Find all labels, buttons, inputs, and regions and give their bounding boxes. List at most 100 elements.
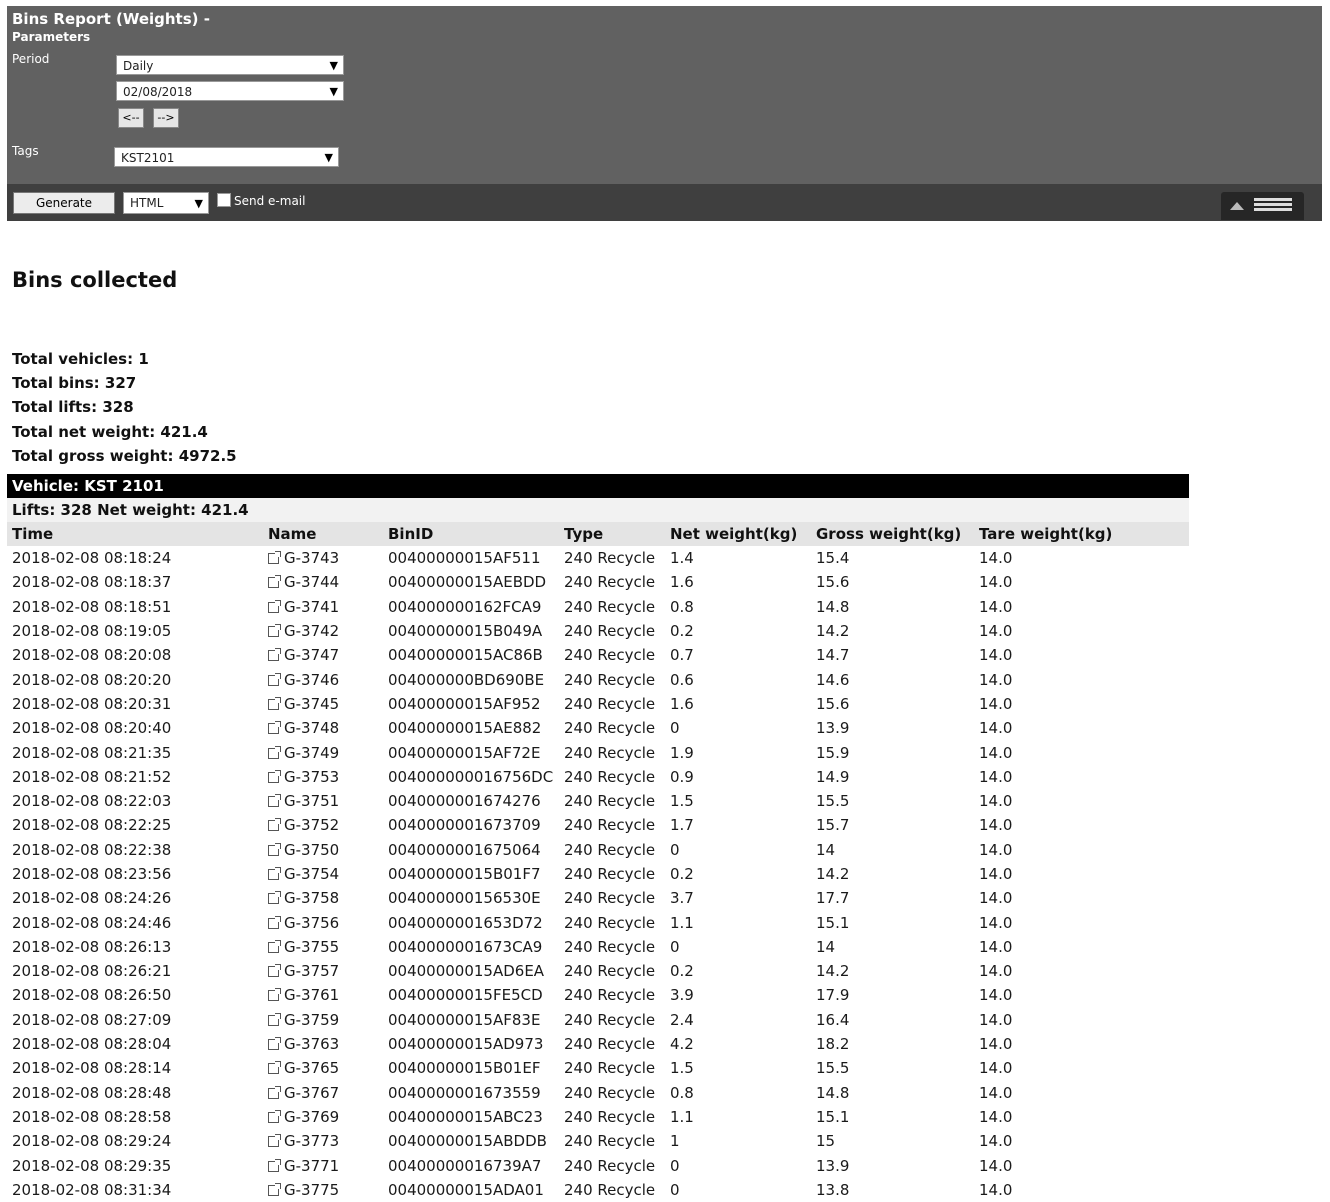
bin-name-link[interactable]: G-3744 xyxy=(284,573,339,591)
bin-name-link[interactable]: G-3759 xyxy=(284,1011,339,1029)
bin-name-link[interactable]: G-3756 xyxy=(284,914,339,932)
external-link-icon[interactable] xyxy=(268,745,281,759)
bin-name-link[interactable]: G-3758 xyxy=(284,889,339,907)
generate-button[interactable]: Generate xyxy=(13,192,115,214)
external-link-icon[interactable] xyxy=(268,1085,281,1099)
bin-name-link[interactable]: G-3751 xyxy=(284,792,339,810)
cell-name[interactable]: G-3747 xyxy=(263,643,383,667)
cell-name[interactable]: G-3753 xyxy=(263,765,383,789)
external-link-icon[interactable] xyxy=(268,1134,281,1148)
cell-tare-weight: 14.0 xyxy=(979,549,1013,568)
cell-name[interactable]: G-3750 xyxy=(263,838,383,862)
cell-time: 2018-02-08 08:26:50 xyxy=(12,986,172,1005)
cell-name[interactable]: G-3748 xyxy=(263,716,383,740)
external-link-icon[interactable] xyxy=(268,818,281,832)
external-link-icon[interactable] xyxy=(268,915,281,929)
bin-name-link[interactable]: G-3752 xyxy=(284,816,339,834)
external-link-icon[interactable] xyxy=(268,964,281,978)
bin-name-link[interactable]: G-3742 xyxy=(284,622,339,640)
cell-name[interactable]: G-3767 xyxy=(263,1081,383,1105)
external-link-icon[interactable] xyxy=(268,842,281,856)
cell-name[interactable]: G-3773 xyxy=(263,1129,383,1153)
cell-net-weight: 1.5 xyxy=(670,1059,694,1078)
external-link-icon[interactable] xyxy=(268,1037,281,1051)
external-link-icon[interactable] xyxy=(268,1109,281,1123)
cell-name[interactable]: G-3758 xyxy=(263,886,383,910)
cell-name[interactable]: G-3744 xyxy=(263,570,383,594)
external-link-icon[interactable] xyxy=(268,624,281,638)
cell-name[interactable]: G-3756 xyxy=(263,910,383,934)
bin-name-link[interactable]: G-3773 xyxy=(284,1132,339,1150)
date-select-value: 02/08/2018 xyxy=(123,85,193,99)
bin-name-link[interactable]: G-3750 xyxy=(284,841,339,859)
previous-period-button[interactable]: <-- xyxy=(118,108,144,128)
external-link-icon[interactable] xyxy=(268,551,281,565)
date-select[interactable]: 02/08/2018 ▼ xyxy=(116,81,344,101)
bin-name-link[interactable]: G-3765 xyxy=(284,1059,339,1077)
external-link-icon[interactable] xyxy=(268,1158,281,1172)
bin-name-link[interactable]: G-3757 xyxy=(284,962,339,980)
cell-name[interactable]: G-3761 xyxy=(263,983,383,1007)
send-email-checkbox[interactable] xyxy=(217,193,231,207)
external-link-icon[interactable] xyxy=(268,648,281,662)
bin-name-link[interactable]: G-3743 xyxy=(284,549,339,567)
bin-name-link[interactable]: G-3745 xyxy=(284,695,339,713)
external-link-icon[interactable] xyxy=(268,794,281,808)
cell-gross-weight: 15.7 xyxy=(816,816,850,835)
external-link-icon[interactable] xyxy=(268,988,281,1002)
bin-name-link[interactable]: G-3753 xyxy=(284,768,339,786)
bin-name-link[interactable]: G-3775 xyxy=(284,1181,339,1199)
cell-name[interactable]: G-3763 xyxy=(263,1032,383,1056)
external-link-icon[interactable] xyxy=(268,721,281,735)
external-link-icon[interactable] xyxy=(268,867,281,880)
bin-name-link[interactable]: G-3748 xyxy=(284,719,339,737)
bin-name-link[interactable]: G-3763 xyxy=(284,1035,339,1053)
cell-name[interactable]: G-3751 xyxy=(263,789,383,813)
bin-name-link[interactable]: G-3767 xyxy=(284,1084,339,1102)
bin-name-link[interactable]: G-3747 xyxy=(284,646,339,664)
cell-time: 2018-02-08 08:18:37 xyxy=(12,573,172,592)
cell-name[interactable]: G-3754 xyxy=(263,862,383,886)
cell-name[interactable]: G-3765 xyxy=(263,1056,383,1080)
cell-name[interactable]: G-3745 xyxy=(263,692,383,716)
cell-name[interactable]: G-3741 xyxy=(263,595,383,619)
external-link-icon[interactable] xyxy=(268,599,281,613)
cell-name[interactable]: G-3743 xyxy=(263,546,383,570)
external-link-icon[interactable] xyxy=(268,672,281,686)
external-link-icon[interactable] xyxy=(268,891,281,905)
cell-name[interactable]: G-3742 xyxy=(263,619,383,643)
external-link-icon[interactable] xyxy=(268,939,281,953)
next-period-button[interactable]: --> xyxy=(153,108,179,128)
external-link-icon[interactable] xyxy=(268,1061,281,1075)
cell-name[interactable]: G-3775 xyxy=(263,1178,383,1202)
external-link-icon[interactable] xyxy=(268,769,281,783)
cell-name[interactable]: G-3769 xyxy=(263,1105,383,1129)
cell-gross-weight: 15.6 xyxy=(816,694,850,713)
tags-select[interactable]: KST2101 ▼ xyxy=(114,147,339,167)
cell-name[interactable]: G-3752 xyxy=(263,813,383,837)
bin-name-link[interactable]: G-3755 xyxy=(284,938,339,956)
cell-name[interactable]: G-3759 xyxy=(263,1008,383,1032)
cell-name[interactable]: G-3771 xyxy=(263,1153,383,1177)
external-link-icon[interactable] xyxy=(268,1012,281,1026)
bin-name-link[interactable]: G-3749 xyxy=(284,744,339,762)
bin-name-link[interactable]: G-3741 xyxy=(284,598,339,616)
external-link-icon[interactable] xyxy=(268,696,281,710)
external-link-icon[interactable] xyxy=(268,1182,281,1196)
cell-gross-weight: 13.8 xyxy=(816,1180,850,1199)
period-select[interactable]: Daily ▼ xyxy=(116,55,344,75)
bin-name-link[interactable]: G-3771 xyxy=(284,1157,339,1175)
cell-name[interactable]: G-3755 xyxy=(263,935,383,959)
bins-table: Time Name BinID Type Net weight(kg) Gros… xyxy=(7,522,1189,1202)
external-link-icon[interactable] xyxy=(268,575,281,589)
format-select[interactable]: HTML ▼ xyxy=(123,192,209,214)
bin-name-link[interactable]: G-3761 xyxy=(284,986,339,1004)
cell-name[interactable]: G-3749 xyxy=(263,740,383,764)
bin-name-link[interactable]: G-3746 xyxy=(284,671,339,689)
cell-name[interactable]: G-3746 xyxy=(263,667,383,691)
bin-name-link[interactable]: G-3769 xyxy=(284,1108,339,1126)
cell-name[interactable]: G-3757 xyxy=(263,959,383,983)
collapse-panel-button[interactable] xyxy=(1221,192,1304,220)
bin-name-link[interactable]: G-3754 xyxy=(284,865,339,883)
cell-tare-weight: 14.0 xyxy=(979,719,1013,738)
